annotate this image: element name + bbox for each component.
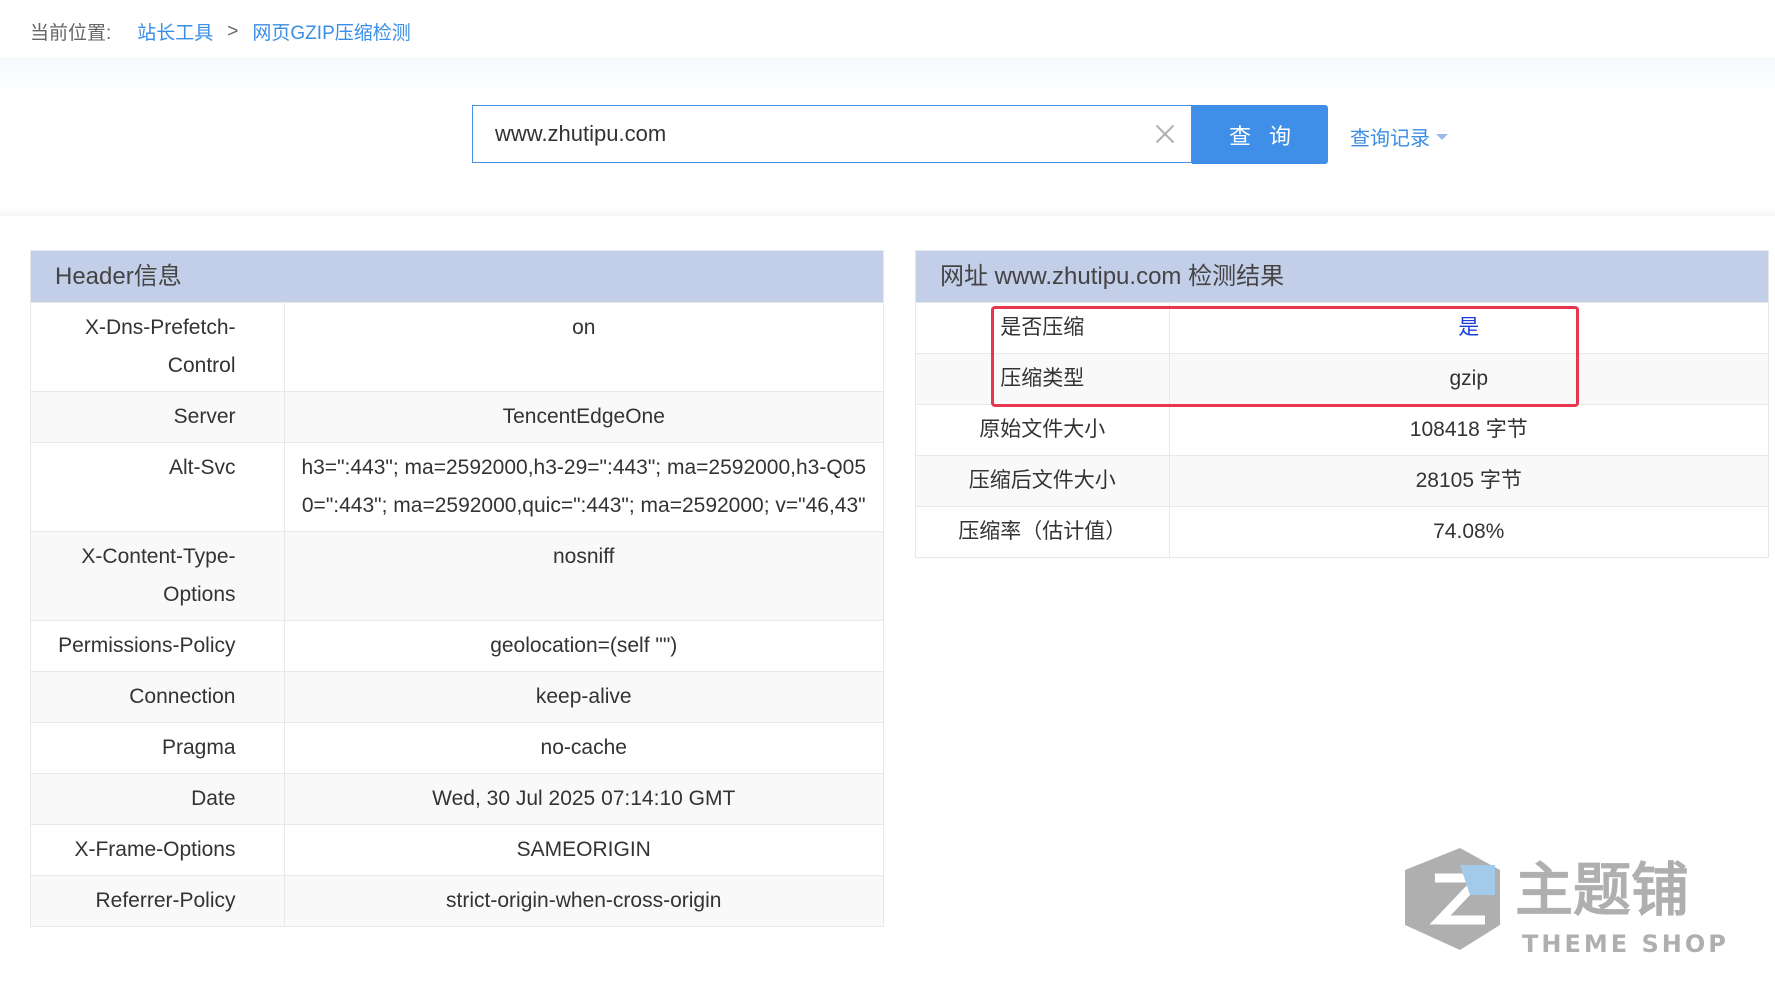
header-value: on (284, 302, 883, 392)
result-key: 原始文件大小 (916, 404, 1170, 456)
table-row: Date Wed, 30 Jul 2025 07:14:10 GMT (31, 773, 883, 825)
table-row: Connection keep-alive (31, 671, 883, 723)
header-key: Date (31, 773, 285, 825)
header-value: keep-alive (284, 671, 883, 723)
table-row: 原始文件大小 108418 字节 (916, 404, 1768, 456)
theme-shop-watermark: 主题铺 THEME SHOP (1405, 848, 1729, 958)
query-history-dropdown[interactable]: 查询记录 (1350, 122, 1448, 151)
table-row: X-Dns-Prefetch-Control on (31, 302, 883, 392)
result-key: 压缩率（估计值） (916, 506, 1170, 557)
header-value: Wed, 30 Jul 2025 07:14:10 GMT (284, 773, 883, 825)
header-value: strict-origin-when-cross-origin (284, 875, 883, 926)
header-table: X-Dns-Prefetch-Control on Server Tencent… (31, 302, 883, 926)
breadcrumb-separator: > (227, 20, 239, 42)
result-panel-title: 网址 www.zhutipu.com 检测结果 (916, 251, 1768, 302)
search-box (472, 105, 1192, 163)
header-value: TencentEdgeOne (284, 391, 883, 443)
table-row: Alt-Svc h3=":443"; ma=2592000,h3-29=":44… (31, 442, 883, 532)
header-key: Server (31, 391, 285, 443)
header-key: Permissions-Policy (31, 620, 285, 672)
table-row: Server TencentEdgeOne (31, 391, 883, 443)
breadcrumb-prefix: 当前位置: (30, 23, 112, 44)
clear-icon[interactable] (1151, 120, 1179, 148)
watermark-brand: 主题铺 (1515, 856, 1689, 924)
caret-down-icon (1436, 133, 1448, 140)
result-key: 压缩后文件大小 (916, 455, 1170, 507)
header-panel-title: Header信息 (31, 251, 883, 302)
search-input[interactable] (473, 106, 1145, 162)
header-key: X-Dns-Prefetch-Control (31, 302, 285, 392)
header-key: Referrer-Policy (31, 875, 285, 926)
header-value: h3=":443"; ma=2592000,h3-29=":443"; ma=2… (284, 442, 883, 532)
result-value: 74.08% (1169, 506, 1768, 557)
table-row: 压缩率（估计值） 74.08% (916, 506, 1768, 557)
breadcrumb: 当前位置: 站长工具 > 网页GZIP压缩检测 (30, 18, 411, 45)
table-row: Referrer-Policy strict-origin-when-cross… (31, 875, 883, 926)
header-value: geolocation=(self "") (284, 620, 883, 672)
query-history-label: 查询记录 (1350, 128, 1430, 150)
header-value: SAMEORIGIN (284, 824, 883, 876)
table-row: Pragma no-cache (31, 722, 883, 774)
watermark-subtitle: THEME SHOP (1522, 930, 1729, 958)
breadcrumb-link-tools[interactable]: 站长工具 (137, 18, 213, 45)
header-info-panel: Header信息 X-Dns-Prefetch-Control on Serve… (30, 250, 884, 927)
header-key: X-Content-Type-Options (31, 531, 285, 621)
table-row: X-Frame-Options SAMEORIGIN (31, 824, 883, 876)
header-key: Connection (31, 671, 285, 723)
highlight-box (991, 306, 1579, 407)
query-button[interactable]: 查询 (1192, 105, 1328, 164)
header-key: Pragma (31, 722, 285, 774)
header-value: no-cache (284, 722, 883, 774)
result-value: 28105 字节 (1169, 455, 1768, 507)
table-row: Permissions-Policy geolocation=(self "") (31, 620, 883, 672)
header-value: nosniff (284, 531, 883, 621)
result-value: 108418 字节 (1169, 404, 1768, 456)
header-key: Alt-Svc (31, 442, 285, 532)
table-row: 压缩后文件大小 28105 字节 (916, 455, 1768, 507)
table-row: X-Content-Type-Options nosniff (31, 531, 883, 621)
breadcrumb-link-current[interactable]: 网页GZIP压缩检测 (252, 18, 410, 45)
header-key: X-Frame-Options (31, 824, 285, 876)
